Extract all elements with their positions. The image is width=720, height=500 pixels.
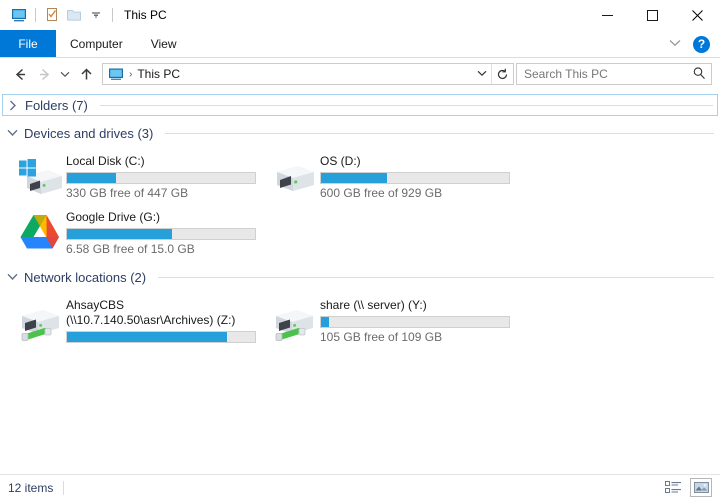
capacity-bar-fill — [321, 317, 329, 327]
customize-qat-chevron-icon[interactable] — [85, 4, 107, 26]
network-drive-icon — [268, 296, 320, 350]
chevron-down-icon[interactable] — [6, 273, 18, 281]
items-view[interactable]: Folders (7) Devices and drives (3) Local… — [0, 90, 720, 474]
hard-drive-icon — [268, 152, 320, 200]
forward-button[interactable] — [32, 62, 56, 86]
drive-tile-google-drive-g[interactable]: Google Drive (G:) 6.58 GB free of 15.0 G… — [8, 204, 262, 258]
drive-tile-local-disk-c[interactable]: Local Disk (C:) 330 GB free of 447 GB — [8, 148, 262, 202]
network-info: AhsayCBS (\\10.7.140.50\asr\Archives) (Z… — [66, 296, 262, 345]
back-button[interactable] — [8, 62, 32, 86]
title-bar: This PC — [0, 0, 720, 30]
drive-info: OS (D:) 600 GB free of 929 GB — [320, 152, 516, 201]
address-input[interactable]: › This PC — [102, 63, 514, 85]
capacity-bar — [66, 172, 256, 184]
chevron-down-icon[interactable] — [6, 129, 18, 137]
group-label-network: Network locations (2) — [24, 269, 147, 285]
address-actions — [473, 64, 513, 84]
drive-name: OS (D:) — [320, 154, 361, 168]
tab-computer[interactable]: Computer — [56, 30, 137, 57]
ribbon-right-controls: ? — [665, 30, 716, 58]
network-info: share (\\ server) (Y:) 105 GB free of 10… — [320, 296, 516, 345]
minimize-button[interactable] — [585, 0, 630, 30]
network-name: share (\\ server) (Y:) — [320, 298, 427, 312]
properties-icon[interactable] — [41, 4, 63, 26]
new-folder-icon[interactable] — [63, 4, 85, 26]
group-header-devices[interactable]: Devices and drives (3) — [2, 122, 718, 144]
status-divider — [63, 480, 65, 495]
close-button[interactable] — [675, 0, 720, 30]
breadcrumb-separator[interactable]: › — [124, 69, 137, 80]
capacity-bar-fill — [321, 173, 387, 183]
drive-name: Google Drive (G:) — [66, 210, 161, 224]
qat-divider-2 — [112, 8, 113, 22]
up-button[interactable] — [74, 62, 98, 86]
address-bar: › This PC — [0, 58, 720, 90]
refresh-icon[interactable] — [491, 64, 513, 84]
maximize-button[interactable] — [630, 0, 675, 30]
expand-ribbon-chevron-down-icon[interactable] — [665, 38, 685, 50]
ribbon-tabs: File Computer View ? — [0, 30, 720, 58]
drive-info: Google Drive (G:) 6.58 GB free of 15.0 G… — [66, 208, 262, 257]
details-view-icon[interactable] — [662, 478, 684, 497]
recent-locations-chevron-down-icon[interactable] — [56, 62, 74, 86]
capacity-bar — [66, 331, 256, 343]
file-explorer-window: This PC File Computer View ? › This PC S… — [0, 0, 720, 500]
drive-name: Local Disk (C:) — [66, 154, 145, 168]
breadcrumb-this-pc-icon — [108, 66, 124, 82]
capacity-bar — [66, 228, 256, 240]
search-box[interactable] — [516, 63, 712, 85]
group-header-folders[interactable]: Folders (7) — [2, 94, 718, 116]
group-rule-folders — [99, 104, 713, 106]
status-bar: 12 items — [0, 474, 720, 500]
drive-free-space: 600 GB free of 929 GB — [320, 186, 443, 200]
search-input[interactable] — [524, 67, 691, 81]
quick-access-toolbar — [0, 4, 118, 26]
view-buttons — [662, 478, 712, 497]
capacity-bar — [320, 316, 510, 328]
drive-tile-os-d[interactable]: OS (D:) 600 GB free of 929 GB — [262, 148, 516, 202]
group-rule-network — [158, 276, 714, 278]
network-drive-icon — [14, 296, 66, 350]
window-controls — [585, 0, 720, 30]
capacity-bar-fill — [67, 173, 116, 183]
group-rule-devices — [165, 132, 714, 134]
help-icon[interactable]: ? — [693, 35, 710, 53]
group-label-folders: Folders (7) — [25, 97, 88, 113]
devices-grid: Local Disk (C:) 330 GB free of 447 GB OS… — [0, 144, 720, 260]
network-tile-share-y[interactable]: share (\\ server) (Y:) 105 GB free of 10… — [262, 292, 516, 354]
drive-info: Local Disk (C:) 330 GB free of 447 GB — [66, 152, 262, 201]
capacity-bar — [320, 172, 510, 184]
breadcrumb[interactable]: This PC — [137, 67, 180, 81]
window-title: This PC — [124, 8, 167, 22]
network-path: (\\10.7.140.50\asr\Archives) (Z:) — [66, 313, 236, 327]
group-label-devices: Devices and drives (3) — [24, 125, 154, 141]
network-name: AhsayCBS — [66, 298, 125, 312]
chevron-right-icon[interactable] — [7, 100, 19, 111]
windows-drive-icon — [14, 152, 66, 200]
large-icons-view-icon[interactable] — [690, 478, 712, 497]
tab-file[interactable]: File — [0, 30, 56, 57]
network-grid: AhsayCBS (\\10.7.140.50\asr\Archives) (Z… — [0, 288, 720, 356]
item-count: 12 items — [8, 480, 54, 495]
qat-divider-1 — [35, 8, 36, 22]
address-dropdown-chevron-down-icon[interactable] — [473, 69, 491, 80]
capacity-bar-fill — [67, 229, 173, 239]
google-drive-icon — [14, 208, 66, 256]
group-header-network[interactable]: Network locations (2) — [2, 266, 718, 288]
network-free-space: 105 GB free of 109 GB — [320, 330, 443, 344]
this-pc-icon[interactable] — [8, 4, 30, 26]
search-icon[interactable] — [691, 66, 707, 83]
network-tile-ahsaycbs[interactable]: AhsayCBS (\\10.7.140.50\asr\Archives) (Z… — [8, 292, 262, 354]
drive-free-space: 6.58 GB free of 15.0 GB — [66, 242, 195, 256]
capacity-bar-fill — [67, 332, 227, 342]
drive-free-space: 330 GB free of 447 GB — [66, 186, 189, 200]
tab-view[interactable]: View — [137, 30, 191, 57]
